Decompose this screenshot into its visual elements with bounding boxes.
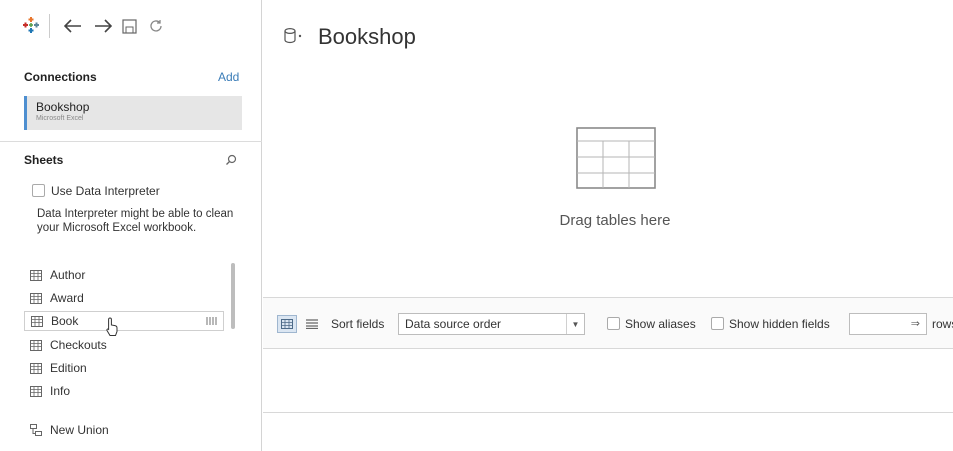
show-hidden-fields-label: Show hidden fields bbox=[729, 317, 830, 331]
grid-bottom-divider bbox=[263, 412, 953, 413]
datasource-title[interactable]: Bookshop bbox=[318, 24, 416, 50]
refresh-icon[interactable] bbox=[146, 16, 166, 36]
data-source-canvas: Bookshop Drag tables here bbox=[263, 0, 953, 451]
list-view-button[interactable] bbox=[302, 315, 322, 333]
grid-view-button[interactable] bbox=[277, 315, 297, 333]
grid-view-icon bbox=[281, 319, 293, 329]
rows-arrow-icon: ⇒ bbox=[910, 318, 920, 330]
use-data-interpreter-label: Use Data Interpreter bbox=[51, 184, 160, 198]
mouse-cursor-icon bbox=[106, 317, 118, 336]
sheet-item-author[interactable]: Author bbox=[24, 265, 224, 285]
sheet-label: Author bbox=[50, 268, 86, 282]
sheets-heading: Sheets bbox=[24, 153, 64, 167]
sort-fields-label: Sort fields bbox=[331, 317, 385, 331]
view-data-icon[interactable] bbox=[206, 316, 217, 326]
sheet-item-checkouts[interactable]: Checkouts bbox=[24, 335, 224, 355]
sort-fields-value: Data source order bbox=[405, 317, 502, 331]
sheet-table-icon bbox=[30, 269, 42, 281]
sheet-table-icon bbox=[30, 362, 42, 374]
toolbar-separator bbox=[49, 14, 50, 38]
sheet-label: Book bbox=[51, 314, 79, 328]
sort-fields-dropdown[interactable]: Data source order ▼ bbox=[398, 313, 585, 335]
data-interpreter-description: Data Interpreter might be able to clean … bbox=[37, 208, 234, 234]
save-icon[interactable] bbox=[119, 16, 139, 36]
datasource-icon[interactable] bbox=[283, 27, 305, 45]
sheet-table-icon bbox=[30, 339, 42, 351]
rows-label: rows bbox=[932, 317, 953, 331]
tableau-logo-icon[interactable] bbox=[20, 14, 42, 36]
connections-heading: Connections bbox=[24, 70, 97, 84]
sheet-label: Checkouts bbox=[50, 338, 107, 352]
sheet-item-edition[interactable]: Edition bbox=[24, 358, 224, 378]
sheets-scrollbar[interactable] bbox=[231, 263, 235, 329]
show-aliases-label: Show aliases bbox=[625, 317, 696, 331]
table-placeholder-icon bbox=[576, 127, 656, 189]
sheet-table-icon bbox=[30, 385, 42, 397]
union-icon bbox=[30, 424, 42, 436]
connection-type: Microsoft Excel bbox=[36, 115, 84, 122]
add-connection-link[interactable]: Add bbox=[218, 70, 239, 84]
new-union-label: New Union bbox=[50, 423, 109, 437]
sheet-item-book[interactable]: Book bbox=[24, 311, 224, 331]
sheet-item-award[interactable]: Award bbox=[24, 288, 224, 308]
chevron-down-icon: ▼ bbox=[566, 314, 584, 334]
sheet-table-icon bbox=[31, 315, 43, 327]
connection-name: Bookshop bbox=[36, 100, 90, 114]
sidebar-divider bbox=[0, 141, 262, 142]
forward-icon[interactable] bbox=[92, 15, 114, 37]
sheet-item-info[interactable]: Info bbox=[24, 381, 224, 401]
back-icon[interactable] bbox=[62, 15, 84, 37]
list-view-icon bbox=[306, 319, 318, 329]
search-icon[interactable] bbox=[225, 153, 237, 165]
sheet-label: Award bbox=[50, 291, 84, 305]
drag-tables-hint: Drag tables here bbox=[559, 212, 671, 229]
sheet-label: Info bbox=[50, 384, 71, 398]
show-hidden-fields-checkbox[interactable] bbox=[711, 317, 724, 330]
show-aliases-checkbox[interactable] bbox=[607, 317, 620, 330]
connection-item[interactable]: Bookshop Microsoft Excel bbox=[24, 96, 242, 130]
grid-toolbar: Sort fields Data source order ▼ Show ali… bbox=[263, 297, 953, 349]
left-pane: Connections Add Bookshop Microsoft Excel… bbox=[0, 0, 262, 451]
new-union-item[interactable]: New Union bbox=[24, 420, 224, 440]
sheet-label: Edition bbox=[50, 361, 87, 375]
rows-count-input[interactable]: ⇒ bbox=[849, 313, 927, 335]
use-data-interpreter-checkbox[interactable] bbox=[32, 184, 45, 197]
sheet-table-icon bbox=[30, 292, 42, 304]
toolbar bbox=[0, 0, 262, 52]
